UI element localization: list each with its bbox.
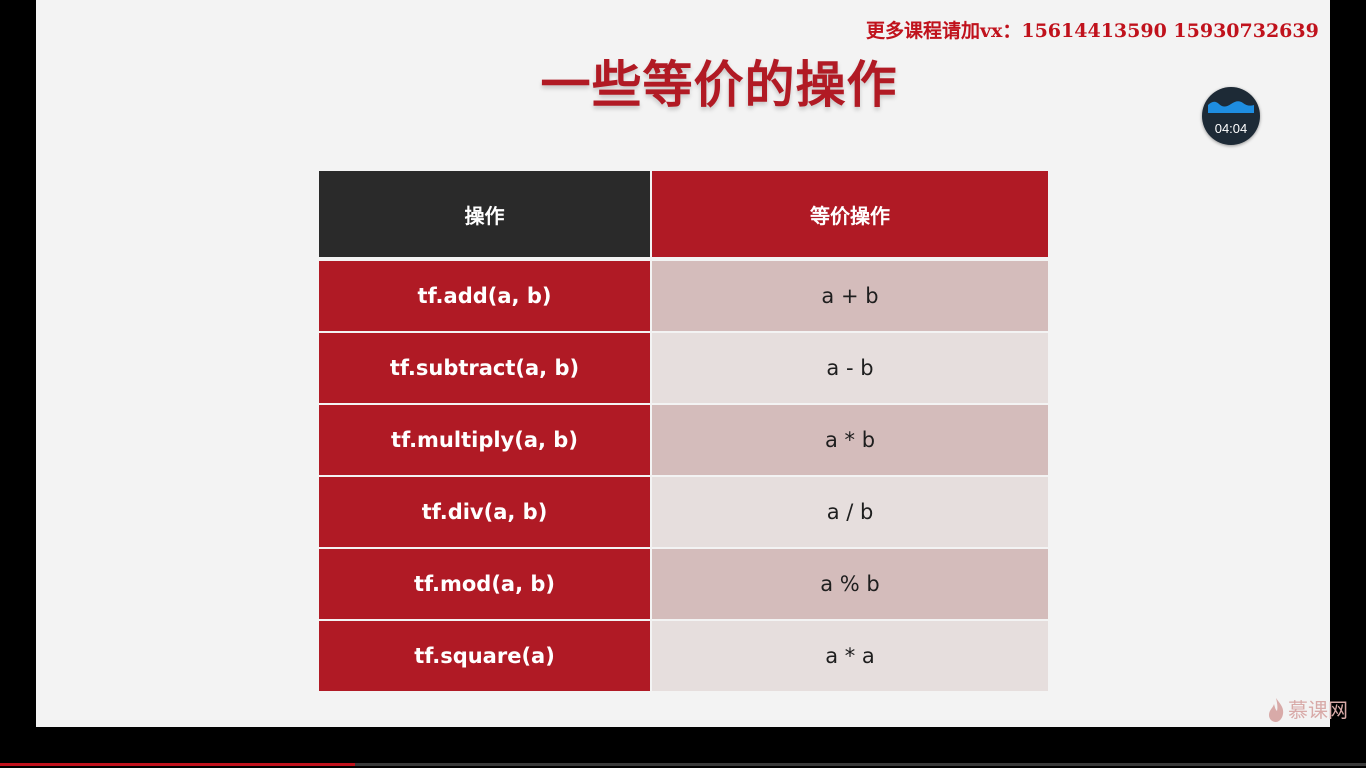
table-row: tf.subtract(a, b) a - b xyxy=(319,332,1048,405)
equivalence-table: 操作 等价操作 tf.add(a, b) a + b tf.subtract(a… xyxy=(319,171,1048,691)
operation-cell: tf.mod(a, b) xyxy=(319,548,652,621)
slide-title: 一些等价的操作 xyxy=(540,56,898,114)
timer-widget[interactable]: 04:04 xyxy=(1202,87,1260,145)
table-row: tf.add(a, b) a + b xyxy=(319,259,1048,333)
operation-cell: tf.add(a, b) xyxy=(319,259,652,333)
table-header-row: 操作 等价操作 xyxy=(319,171,1048,261)
timer-text: 04:04 xyxy=(1214,121,1248,136)
contact-watermark: 更多课程请加vx：15614413590 15930732639 xyxy=(866,20,1319,42)
flame-icon xyxy=(1269,698,1284,722)
table-row: tf.multiply(a, b) a * b xyxy=(319,404,1048,477)
playback-progress-bar[interactable] xyxy=(0,763,1366,766)
header-equivalent: 等价操作 xyxy=(651,171,1048,261)
equivalent-cell: a * b xyxy=(651,404,1048,477)
equivalent-cell: a + b xyxy=(651,259,1048,333)
video-player[interactable]: 一些等价的操作 04:04 慕课网 操作 等价操作 tf.add(a, b) a… xyxy=(0,0,1366,768)
table-row: tf.square(a) a * a xyxy=(319,620,1048,691)
equivalent-cell: a - b xyxy=(651,332,1048,405)
operation-cell: tf.multiply(a, b) xyxy=(319,404,652,477)
operation-cell: tf.subtract(a, b) xyxy=(319,332,652,405)
logo-text: 慕课网 xyxy=(1288,698,1348,722)
imooc-logo: 慕课网 xyxy=(1266,695,1362,725)
equivalent-cell: a / b xyxy=(651,476,1048,549)
equivalent-cell: a % b xyxy=(651,548,1048,621)
table-row: tf.div(a, b) a / b xyxy=(319,476,1048,549)
equivalent-cell: a * a xyxy=(651,620,1048,691)
wave-icon xyxy=(1208,101,1254,113)
playback-progress-fill xyxy=(0,763,356,766)
operation-cell: tf.div(a, b) xyxy=(319,476,652,549)
header-operation: 操作 xyxy=(319,171,652,261)
table-row: tf.mod(a, b) a % b xyxy=(319,548,1048,621)
operation-cell: tf.square(a) xyxy=(319,620,652,691)
